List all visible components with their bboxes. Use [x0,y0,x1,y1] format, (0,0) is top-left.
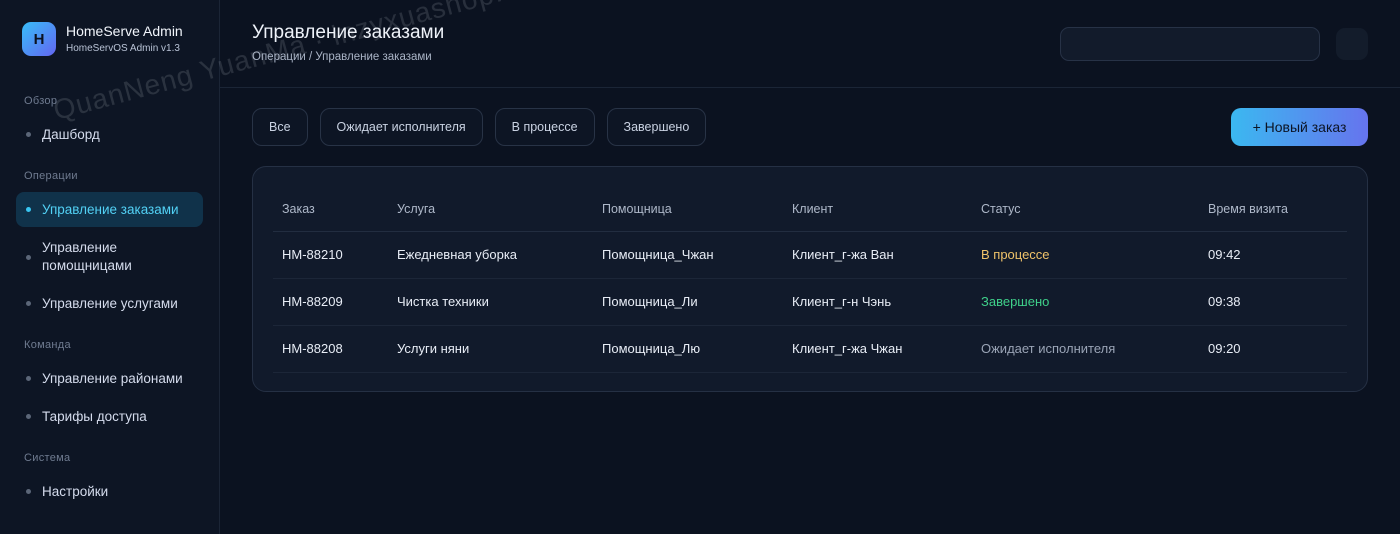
service-name: Ежедневная уборка [388,231,593,279]
orders-table-card: Заказ Услуга Помощница Клиент Статус Вре… [252,166,1368,392]
sidebar-item-orders[interactable]: Управление заказами [16,192,203,227]
service-name: Услуги няни [388,325,593,373]
status-badge: Ожидает исполнителя [972,325,1199,373]
nav-section-overview: Обзор [24,95,58,107]
filter-all[interactable]: Все [252,108,308,146]
column-header-order[interactable]: Заказ [273,187,388,232]
sidebar-item-access-plans[interactable]: Тарифы доступа [16,399,203,433]
nav-section-operations: Операции [24,170,78,182]
nav-section-team: Команда [24,339,71,351]
visit-time: 09:20 [1199,325,1347,373]
filter-in-progress[interactable]: В процессе [494,108,595,146]
brand-text: HomeServe Admin HomeServOS Admin v1.3 [66,22,183,56]
sidebar-item-districts[interactable]: Управление районами [16,361,203,395]
bullet-icon [26,375,31,381]
new-order-button[interactable]: + Новый заказ [1231,108,1368,146]
sidebar-item-helpers[interactable]: Управление помощницами [16,236,203,278]
bullet-icon [26,488,31,494]
order-id: HM-88210 [273,231,388,279]
search-input[interactable] [1060,27,1320,61]
client-name: Клиент_г-н Чэнь [783,278,972,326]
service-name: Чистка техники [388,278,593,326]
status-badge: В процессе [972,231,1199,279]
bullet-icon [26,207,31,212]
page-title: Управление заказами [252,22,445,43]
main-content: Управление заказами Операции / Управлени… [220,0,1400,534]
bullet-icon [26,131,31,137]
brand-logo-icon: H [22,22,56,56]
user-menu-button[interactable] [1336,28,1368,60]
brand[interactable]: H HomeServe Admin HomeServOS Admin v1.3 [22,22,183,56]
brand-title: HomeServe Admin [66,23,183,39]
helper-name: Помощница_Лю [593,325,783,373]
table-header-row: Заказ Услуга Помощница Клиент Статус Вре… [273,187,1347,232]
column-header-client[interactable]: Клиент [783,187,972,232]
order-id: HM-88208 [273,325,388,373]
visit-time: 09:38 [1199,278,1347,326]
column-header-helper[interactable]: Помощница [593,187,783,232]
sidebar-item-label: Управление заказами [42,202,179,217]
orders-table: Заказ Услуга Помощница Клиент Статус Вре… [273,187,1347,373]
sidebar-item-settings[interactable]: Настройки [16,474,203,508]
bullet-icon [26,254,31,260]
nav-section-system: Система [24,452,71,464]
client-name: Клиент_г-жа Ван [783,231,972,279]
sidebar-item-label: Тарифы доступа [42,408,147,424]
table-row[interactable]: HM-88209 Чистка техники Помощница_Ли Кли… [273,278,1347,326]
sidebar-item-label: Настройки [42,483,109,499]
helper-name: Помощница_Чжан [593,231,783,279]
column-header-status[interactable]: Статус [972,187,1199,232]
filter-completed[interactable]: Завершено [606,108,707,146]
table-row[interactable]: HM-88208 Услуги няни Помощница_Лю Клиент… [273,325,1347,373]
filter-awaiting[interactable]: Ожидает исполнителя [319,108,483,146]
visit-time: 09:42 [1199,231,1347,279]
status-filters: Все Ожидает исполнителя В процессе Завер… [252,108,718,146]
breadcrumb: Операции / Управление заказами [252,51,432,63]
sidebar-item-label: Управление помощницами [42,240,132,273]
page-header: Управление заказами Операции / Управлени… [220,0,1400,88]
sidebar-item-dashboard[interactable]: Дашборд [16,117,203,151]
bullet-icon [26,300,31,306]
app-root: H HomeServe Admin HomeServOS Admin v1.3 … [0,0,1400,534]
status-badge: Завершено [972,278,1199,326]
helper-name: Помощница_Ли [593,278,783,326]
sidebar-item-label: Управление услугами [42,295,178,311]
brand-subtitle: HomeServOS Admin v1.3 [66,43,180,54]
sidebar: H HomeServe Admin HomeServOS Admin v1.3 … [0,0,220,534]
bullet-icon [26,413,31,419]
order-id: HM-88209 [273,278,388,326]
column-header-service[interactable]: Услуга [388,187,593,232]
sidebar-item-services[interactable]: Управление услугами [16,286,203,320]
table-row[interactable]: HM-88210 Ежедневная уборка Помощница_Чжа… [273,231,1347,279]
sidebar-item-label: Дашборд [42,126,100,142]
sidebar-item-label: Управление районами [42,370,183,386]
column-header-visit-time[interactable]: Время визита [1199,187,1347,232]
client-name: Клиент_г-жа Чжан [783,325,972,373]
